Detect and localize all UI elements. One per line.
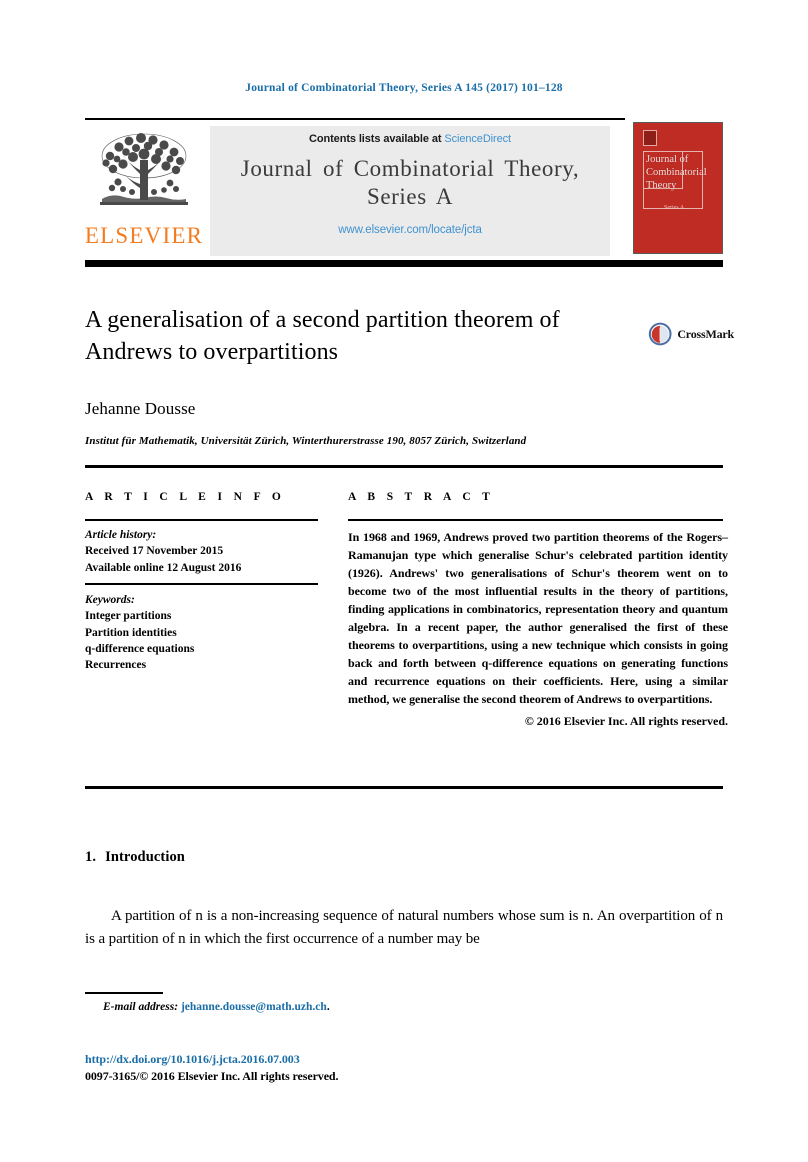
section-number: 1. bbox=[85, 849, 97, 865]
keyword-item: Recurrences bbox=[85, 659, 147, 672]
cover-title: Journal of Combinatorial Theory bbox=[646, 154, 707, 192]
journal-title-line-2: Series A bbox=[366, 184, 454, 210]
page-title: A generalisation of a second partition t… bbox=[85, 307, 560, 365]
article-info-heading: A R T I C L E I N F O bbox=[85, 491, 286, 503]
running-head: Journal of Combinatorial Theory, Series … bbox=[245, 82, 563, 94]
doi-link[interactable]: http://dx.doi.org/10.1016/j.jcta.2016.07… bbox=[85, 1052, 645, 1067]
cover-subtitle: Series A bbox=[664, 205, 685, 211]
section-title: Introduction bbox=[105, 849, 185, 865]
journal-masthead: ELSEVIER Contents lists available at Sci… bbox=[85, 118, 723, 258]
title-block: A generalisation of a second partition t… bbox=[85, 305, 645, 450]
keyword-item: Partition identities bbox=[85, 626, 177, 639]
author-affiliation: Institut für Mathematik, Universität Zür… bbox=[85, 435, 527, 448]
abstract-section-top-rule bbox=[85, 465, 723, 468]
abstract-heading: A B S T R A C T bbox=[348, 491, 495, 503]
footnote-rule bbox=[85, 992, 163, 994]
elsevier-tree-icon bbox=[100, 133, 188, 205]
keyword-item: q-difference equations bbox=[85, 642, 195, 655]
page-footer: http://dx.doi.org/10.1016/j.jcta.2016.07… bbox=[85, 1052, 645, 1084]
abstract-copyright: © 2016 Elsevier Inc. All rights reserved… bbox=[524, 714, 728, 728]
article-info-rule-2 bbox=[85, 582, 318, 585]
keywords-group: Keywords: Integer partitions Partition i… bbox=[85, 592, 325, 674]
masthead-top-rule bbox=[85, 118, 625, 120]
footnote-email: E-mail address: jehanne.dousse@math.uzh.… bbox=[85, 1001, 585, 1013]
article-history-online: Available online 12 August 2016 bbox=[85, 561, 242, 574]
masthead-bottom-bar bbox=[85, 260, 723, 267]
cover-publisher-icon bbox=[643, 130, 657, 146]
email-period: . bbox=[326, 1001, 330, 1013]
article-history-group: Article history: Received 17 November 20… bbox=[85, 527, 325, 583]
keywords-label: Keywords: bbox=[85, 593, 135, 606]
crossmark-label: CrossMark bbox=[677, 326, 734, 341]
contents-prefix: Contents lists available at bbox=[309, 133, 445, 145]
journal-homepage-link[interactable]: www.elsevier.com/locate/jcta bbox=[210, 224, 610, 236]
issn-copyright-line: 0097-3165/© 2016 Elsevier Inc. All right… bbox=[85, 1069, 339, 1083]
keyword-item: Integer partitions bbox=[85, 610, 172, 623]
section-heading-introduction: 1. Introduction bbox=[85, 849, 185, 866]
elsevier-wordmark: ELSEVIER bbox=[84, 223, 204, 248]
article-history-received: Received 17 November 2015 bbox=[85, 545, 224, 558]
email-label: E-mail address: bbox=[103, 1001, 179, 1013]
journal-title: Journal of Combinatorial Theory, Series … bbox=[210, 155, 610, 211]
crossmark-badge[interactable]: CrossMark bbox=[648, 313, 734, 355]
contents-available-line: Contents lists available at ScienceDirec… bbox=[210, 133, 610, 145]
crossmark-icon bbox=[648, 322, 672, 346]
journal-title-line-1: Journal of Combinatorial Theory, bbox=[240, 156, 580, 181]
abstract-section-bottom-rule bbox=[85, 786, 723, 789]
body-paragraph: A partition of n is a non-increasing seq… bbox=[85, 908, 723, 948]
abstract-rule bbox=[348, 519, 723, 521]
journal-header-box: Contents lists available at ScienceDirec… bbox=[210, 126, 610, 256]
elsevier-logo: ELSEVIER bbox=[85, 126, 203, 254]
author-name: Jehanne Dousse bbox=[85, 399, 196, 419]
journal-cover-thumbnail[interactable]: Journal of Combinatorial Theory Series A bbox=[633, 122, 723, 254]
abstract-text: In 1968 and 1969, Andrews proved two par… bbox=[348, 530, 728, 706]
abstract-column: In 1968 and 1969, Andrews proved two par… bbox=[348, 519, 728, 729]
article-info-rule-1 bbox=[85, 519, 318, 521]
article-history-label: Article history: bbox=[85, 529, 157, 541]
sciencedirect-link[interactable]: ScienceDirect bbox=[444, 133, 511, 145]
article-first-page: Journal of Combinatorial Theory, Series … bbox=[0, 0, 808, 1162]
article-info-column: Article history: Received 17 November 20… bbox=[85, 519, 325, 674]
email-link[interactable]: jehanne.dousse@math.uzh.ch bbox=[181, 1001, 327, 1013]
